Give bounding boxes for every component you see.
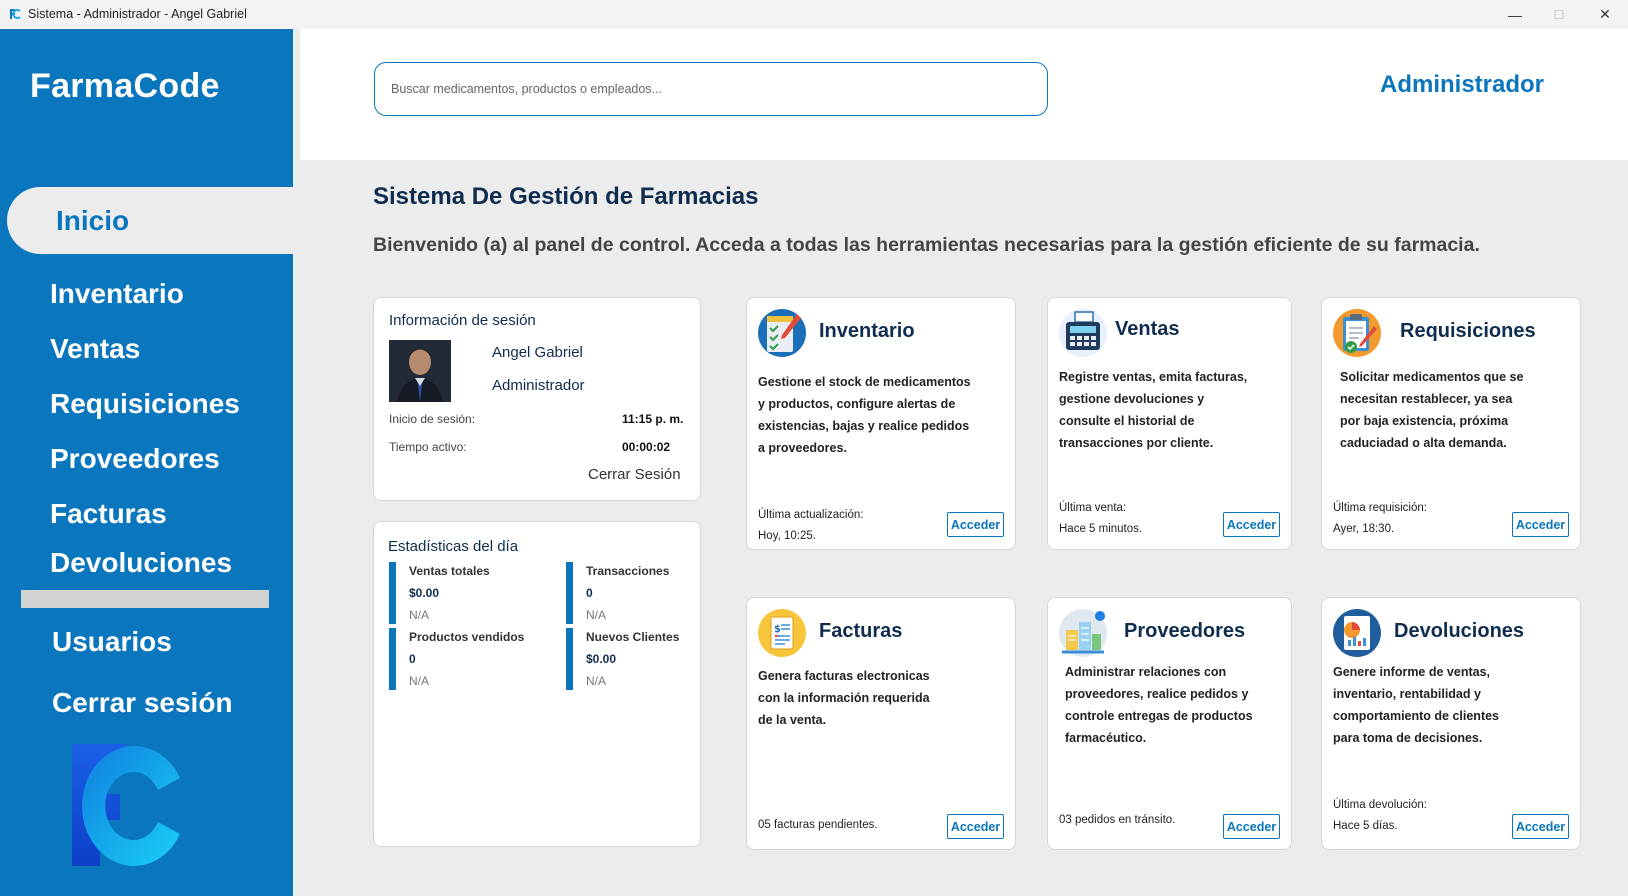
- welcome-message: Bienvenido (a) al panel de control. Acce…: [373, 234, 1480, 256]
- nav-item-inicio[interactable]: Inicio: [7, 187, 293, 254]
- module-card-inventario: Inventario Gestione el stock de medicame…: [746, 297, 1016, 550]
- minimize-icon: —: [1508, 6, 1522, 23]
- stat-productos-vendidos: Productos vendidos 0 N/A: [389, 628, 549, 690]
- module-description: Genera facturas electronicas con la info…: [758, 669, 930, 727]
- module-title: Proveedores: [1124, 620, 1246, 642]
- session-start-value: 11:15 p. m.: [622, 412, 684, 426]
- module-description: Registre ventas, emita facturas, gestion…: [1059, 370, 1248, 450]
- module-card-facturas: $ Facturas Genera facturas electronicas …: [746, 597, 1016, 850]
- session-user-role: Administrador: [492, 377, 585, 394]
- avatar: [389, 340, 451, 402]
- user-role-label: Administrador: [1380, 71, 1545, 98]
- stat-label: Transacciones: [586, 564, 670, 578]
- module-description: Solicitar medicamentos que se necesitan …: [1340, 370, 1524, 450]
- nav-item-label: Inicio: [56, 205, 130, 236]
- module-card-requisiciones: Requisiciones Solicitar medicamentos que…: [1321, 297, 1581, 550]
- stat-value: 0: [409, 652, 416, 666]
- session-user-name: Angel Gabriel: [492, 344, 583, 361]
- nav-item-proveedores[interactable]: Proveedores: [50, 443, 220, 475]
- window-titlebar: Sistema - Administrador - Angel Gabriel …: [0, 0, 1628, 29]
- module-description: Genere informe de ventas, inventario, re…: [1333, 665, 1500, 745]
- search-input[interactable]: [374, 62, 1048, 116]
- brand-title: FarmaCode: [30, 67, 220, 105]
- nav-divider: [21, 590, 269, 608]
- stat-value: $0.00: [409, 586, 440, 600]
- stat-label: Nuevos Clientes: [586, 630, 680, 644]
- module-description: Gestione el stock de medicamentos y prod…: [758, 375, 971, 455]
- cash-register-icon: [1059, 309, 1107, 357]
- close-icon: ✕: [1599, 6, 1611, 22]
- maximize-button[interactable]: ☐: [1536, 0, 1582, 29]
- module-title: Requisiciones: [1400, 320, 1536, 342]
- module-footer: 03 pedidos en tránsito.: [1059, 814, 1176, 826]
- session-card-title: Información de sesión: [389, 312, 536, 329]
- session-active-label: Tiempo activo:: [389, 440, 467, 454]
- module-title: Devoluciones: [1394, 620, 1525, 642]
- stat-value: $0.00: [586, 652, 617, 666]
- supplier-icon: [1059, 609, 1107, 657]
- nav-item-cerrar-sesion[interactable]: Cerrar sesión: [52, 687, 233, 719]
- access-ventas-button[interactable]: Acceder: [1223, 512, 1280, 537]
- stat-value: 0: [586, 586, 593, 600]
- module-title: Facturas: [819, 620, 903, 642]
- session-start-label: Inicio de sesión:: [389, 412, 476, 426]
- minimize-button[interactable]: —: [1492, 0, 1538, 29]
- report-icon: [1333, 609, 1381, 657]
- logout-session-button[interactable]: Cerrar Sesión: [588, 466, 681, 483]
- module-footer: Última devolución: Hace 5 días.: [1333, 799, 1427, 832]
- nav-item-devoluciones[interactable]: Devoluciones: [50, 547, 232, 579]
- top-header: Administrador: [300, 29, 1628, 160]
- access-facturas-button[interactable]: Acceder: [947, 814, 1004, 839]
- stats-card-title: Estadísticas del día: [388, 538, 519, 555]
- app-icon: [10, 9, 21, 19]
- module-footer: Última venta: Hace 5 minutos.: [1059, 502, 1143, 535]
- nav-item-inventario[interactable]: Inventario: [50, 278, 184, 310]
- stat-note: N/A: [586, 608, 607, 622]
- access-proveedores-button[interactable]: Acceder: [1223, 814, 1280, 839]
- session-card: Información de sesión Angel Gabriel Admi…: [373, 297, 701, 501]
- stat-transacciones: Transacciones 0 N/A: [566, 562, 726, 624]
- clipboard-icon: [1333, 309, 1381, 357]
- module-footer: Última actualización: Hoy, 10:25.: [758, 509, 864, 542]
- module-title: Inventario: [819, 320, 915, 342]
- nav-item-facturas[interactable]: Facturas: [50, 498, 167, 530]
- farmacode-logo: [72, 744, 180, 866]
- stat-note: N/A: [586, 674, 607, 688]
- daily-stats-card: Estadísticas del día Ventas totales $0.0…: [373, 521, 701, 847]
- module-card-proveedores: Proveedores Administrar relaciones con p…: [1047, 597, 1292, 850]
- module-footer: Última requisición: Ayer, 18:30.: [1333, 502, 1427, 535]
- nav-item-ventas[interactable]: Ventas: [50, 333, 140, 365]
- window-title: Sistema - Administrador - Angel Gabriel: [28, 7, 247, 21]
- stat-nuevos-clientes: Nuevos Clientes $0.00 N/A: [566, 628, 726, 690]
- svg-text:$: $: [774, 624, 781, 635]
- stat-note: N/A: [409, 608, 430, 622]
- module-footer: 05 facturas pendientes.: [758, 819, 878, 831]
- session-active-value: 00:00:02: [622, 440, 671, 454]
- access-requisiciones-button[interactable]: Acceder: [1512, 512, 1569, 537]
- stat-label: Ventas totales: [409, 564, 490, 578]
- module-description: Administrar relaciones con proveedores, …: [1065, 665, 1253, 745]
- invoice-icon: $: [758, 609, 806, 657]
- stat-note: N/A: [409, 674, 430, 688]
- nav-item-usuarios[interactable]: Usuarios: [52, 626, 172, 658]
- sidebar: FarmaCode Inicio Inventario Ventas Requi…: [0, 29, 293, 896]
- close-button[interactable]: ✕: [1582, 0, 1628, 29]
- module-card-ventas: Ventas Registre ventas, emita facturas, …: [1047, 297, 1292, 550]
- stat-ventas-totales: Ventas totales $0.00 N/A: [389, 562, 549, 624]
- module-title: Ventas: [1115, 318, 1180, 340]
- stat-label: Productos vendidos: [409, 630, 525, 644]
- access-inventario-button[interactable]: Acceder: [947, 512, 1004, 537]
- module-card-devoluciones: Devoluciones Genere informe de ventas, i…: [1321, 597, 1581, 850]
- page-title: Sistema De Gestión de Farmacias: [373, 183, 759, 210]
- maximize-icon: ☐: [1553, 7, 1565, 22]
- access-devoluciones-button[interactable]: Acceder: [1512, 814, 1569, 839]
- nav-item-requisiciones[interactable]: Requisiciones: [50, 388, 240, 420]
- inventory-icon: [758, 309, 806, 357]
